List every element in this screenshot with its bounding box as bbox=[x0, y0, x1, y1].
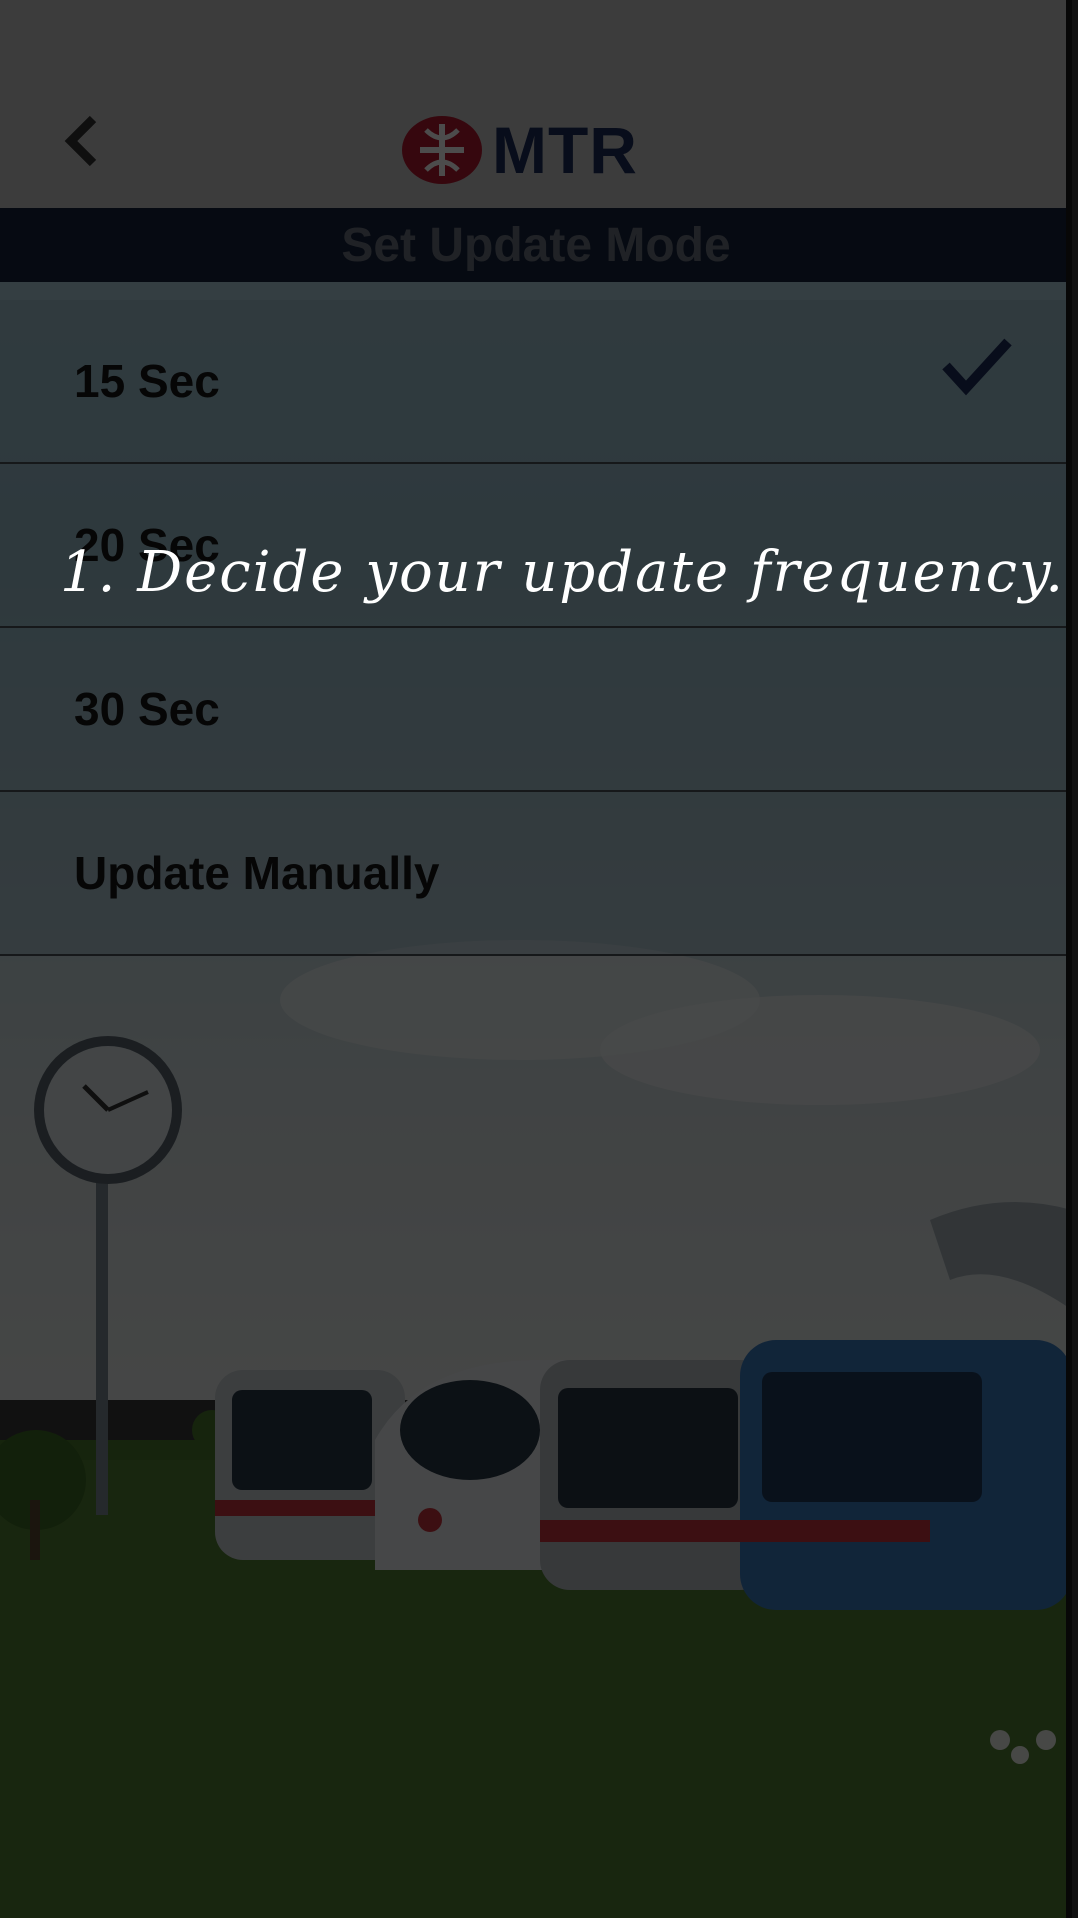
option-label: 30 Sec bbox=[74, 683, 220, 735]
app-screen: MTR Set Update Mode 15 Sec 20 Sec 30 Sec… bbox=[0, 0, 1078, 1918]
option-update-manually[interactable]: Update Manually bbox=[0, 792, 1072, 956]
tutorial-hint-text: 1. Decide your update frequency. bbox=[60, 540, 1066, 605]
mtr-logo-icon bbox=[402, 116, 482, 184]
update-mode-screen: MTR Set Update Mode 15 Sec 20 Sec 30 Sec… bbox=[0, 0, 1072, 1918]
checkmark-icon bbox=[942, 338, 1012, 396]
chevron-left-icon bbox=[64, 115, 97, 167]
background-scenery bbox=[0, 0, 1072, 1918]
option-30-sec[interactable]: 30 Sec bbox=[0, 628, 1072, 792]
option-label: 15 Sec bbox=[74, 355, 220, 407]
update-mode-list: 15 Sec 20 Sec 30 Sec Update Manually bbox=[0, 300, 1072, 956]
option-label: Update Manually bbox=[74, 847, 440, 899]
screen-edge bbox=[1066, 0, 1072, 1918]
mtr-logo-text: MTR bbox=[492, 113, 638, 187]
page-title-bar: Set Update Mode bbox=[0, 208, 1072, 282]
app-header: MTR bbox=[0, 0, 1072, 208]
page-title: Set Update Mode bbox=[341, 218, 731, 272]
scenery-illustration bbox=[0, 940, 1072, 1918]
option-15-sec[interactable]: 15 Sec bbox=[0, 300, 1072, 464]
mtr-logo: MTR bbox=[400, 112, 638, 188]
back-button[interactable] bbox=[46, 106, 116, 176]
